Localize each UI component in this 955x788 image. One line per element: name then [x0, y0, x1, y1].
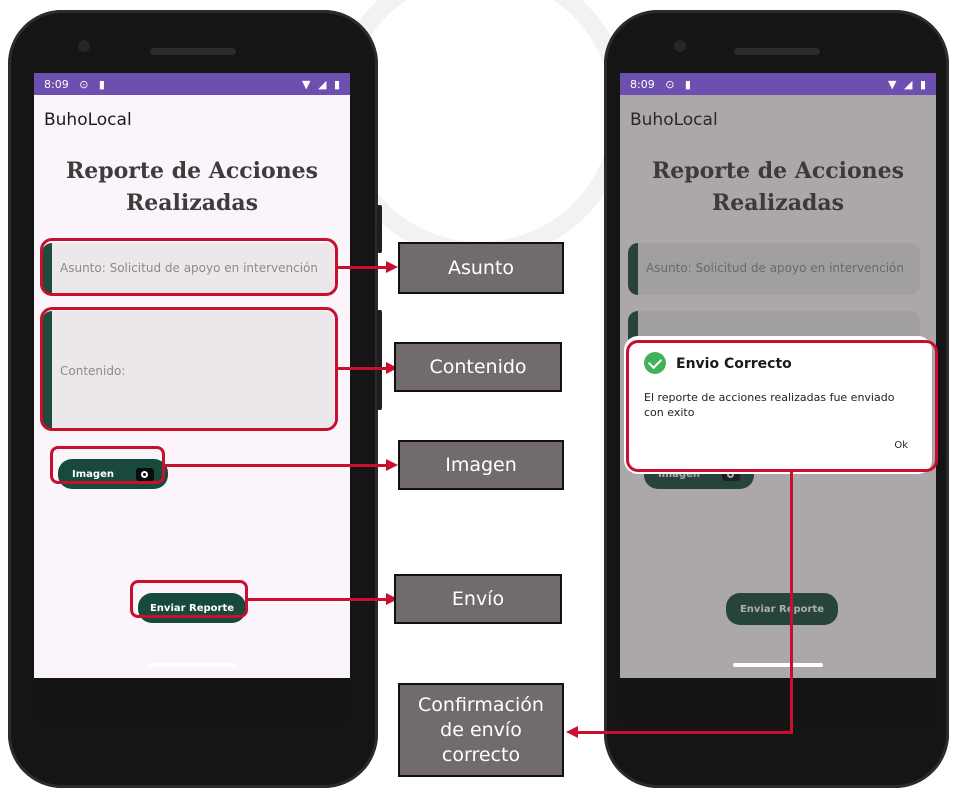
- connector-confirmacion-horizontal: [578, 731, 793, 734]
- label-envio: Envío: [394, 574, 562, 624]
- label-contenido: Contenido: [394, 342, 562, 392]
- signal-icon: ◢: [317, 77, 327, 91]
- location-icon: ⊙: [665, 77, 675, 91]
- highlight-envio: [130, 580, 248, 618]
- connector-asunto: [338, 266, 388, 269]
- connector-envio: [248, 598, 388, 601]
- status-bar: 8:09 ⊙ ▮ ▼ ◢ ▮: [620, 73, 936, 95]
- wifi-icon: ▼: [302, 77, 311, 91]
- home-handle[interactable]: [733, 663, 823, 667]
- label-confirmacion: Confirmación de envío correcto: [398, 683, 564, 777]
- arrow-right-icon: [386, 261, 398, 273]
- speaker-grille: [733, 48, 820, 55]
- home-handle[interactable]: [147, 663, 237, 667]
- battery-icon: ▮: [333, 77, 340, 91]
- front-camera: [78, 40, 90, 52]
- highlight-asunto: [40, 238, 338, 296]
- navigation-bar: [34, 663, 350, 723]
- label-asunto: Asunto: [398, 242, 564, 294]
- connector-confirmacion-vertical: [790, 472, 793, 734]
- location-icon: ⊙: [79, 77, 89, 91]
- app-title: BuhoLocal: [44, 110, 132, 130]
- front-camera: [674, 40, 686, 52]
- status-bar: 8:09 ⊙ ▮ ▼ ◢ ▮: [34, 73, 350, 95]
- highlight-imagen: [50, 446, 165, 484]
- speaker-grille: [150, 48, 236, 55]
- arrow-right-icon: [386, 459, 398, 471]
- status-time: 8:09: [44, 77, 69, 91]
- navigation-bar: [620, 663, 936, 723]
- highlight-contenido: [40, 307, 338, 431]
- status-time: 8:09: [630, 77, 655, 91]
- wifi-icon: ▼: [888, 77, 897, 91]
- power-button: [377, 205, 382, 253]
- connector-contenido: [338, 367, 388, 370]
- highlight-confirmacion: [626, 340, 938, 472]
- battery-icon: ▮: [919, 77, 926, 91]
- label-imagen: Imagen: [398, 440, 564, 490]
- signal-icon: ◢: [903, 77, 913, 91]
- report-title: Reporte de Acciones Realizadas: [65, 158, 319, 216]
- connector-imagen: [165, 464, 388, 467]
- sim-icon: ▮: [684, 77, 691, 91]
- volume-button: [377, 310, 382, 410]
- sim-icon: ▮: [98, 77, 105, 91]
- arrow-left-icon: [566, 726, 578, 738]
